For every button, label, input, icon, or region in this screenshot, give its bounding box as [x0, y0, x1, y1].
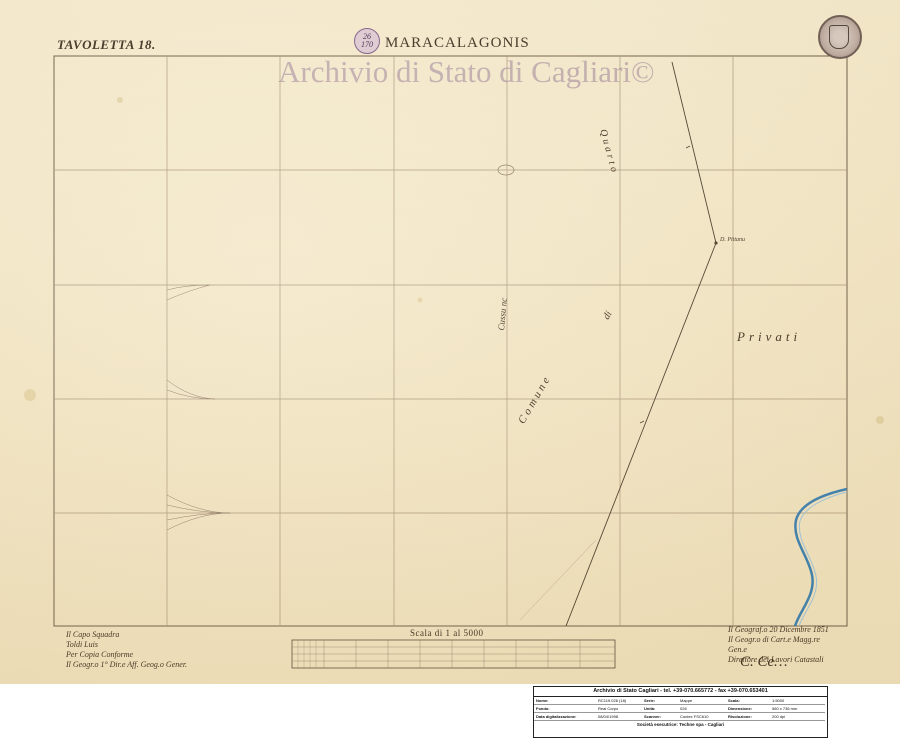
label-point: D. Pittanu [720, 237, 745, 243]
info-title: Archivio di Stato Cagliari - tel. +39-07… [534, 687, 827, 697]
info-value: Mappe [678, 697, 726, 705]
info-value: 560 x 736 mm [770, 705, 825, 713]
map-title: MARACALAGONIS [385, 35, 530, 51]
info-key: Data digitalizzazione: [534, 713, 596, 721]
boundary-ticks [639, 145, 691, 424]
archive-info-table: Archivio di Stato Cagliari - tel. +39-07… [533, 686, 828, 738]
note-line: Il Geograf.o 20 Dicembre 1851 [728, 625, 829, 634]
watermark: Archivio di Stato di Cagliari© [278, 54, 655, 89]
stamp-bottom: 170 [361, 40, 373, 49]
info-value: 08/04/1998 [596, 713, 642, 721]
info-key: Risoluzione: [726, 713, 770, 721]
boundary-point [714, 241, 718, 245]
boundary-line [565, 61, 717, 627]
info-footer: Società esecutrice: Techne spa - Cagliar… [636, 722, 725, 727]
signature: C. Ce… [740, 654, 788, 670]
label-privati: Privati [737, 329, 802, 344]
note-line: Il Capo Squadra [66, 630, 120, 639]
notes-left: Il Capo Squadra Toldi Luis Per Copia Con… [66, 630, 206, 670]
scale-label: Scala di 1 al 5000 [410, 628, 484, 638]
info-value: Contex FSC610 [678, 713, 726, 721]
note-line: Per Copia Conforme [66, 650, 134, 659]
river [793, 487, 848, 627]
sheet-number: TAVOLETTA 18. [57, 37, 156, 52]
info-key: Scala: [726, 697, 770, 705]
map-sheet: TAVOLETTA 18. 26 170 MARACALAGONIS Archi… [0, 0, 900, 684]
note-line: Toldi Luis [66, 640, 98, 649]
info-grid: Nome: RC119.026 (18) Serie: Mappe Scala:… [534, 697, 827, 721]
info-key: Scanner: [642, 713, 678, 721]
info-value: 1:5000 [770, 697, 825, 705]
info-key: Fondo: [534, 705, 596, 713]
info-key: Nome: [534, 697, 596, 705]
grid-horizontals [54, 169, 847, 514]
info-value: 026 [678, 705, 726, 713]
note-line: Il Geogr.o di Cart.e Magg.re Gen.e [728, 635, 820, 654]
track-line [519, 539, 597, 621]
scale-bar [291, 639, 616, 669]
paper-stains [24, 97, 884, 424]
info-key: Unità: [642, 705, 678, 713]
grid-verticals [166, 56, 734, 626]
note-line: Il Geogr.o 1° Dir.e Aff. Geog.o Gener. [66, 660, 188, 669]
map-frame [53, 55, 848, 627]
grid-fans [166, 284, 231, 531]
info-value: 200 dpi [770, 713, 825, 721]
info-value: RC119.026 (18) [596, 697, 642, 705]
archive-seal-icon [818, 15, 862, 59]
inventory-stamp: 26 170 [354, 28, 380, 54]
info-key: Serie: [642, 697, 678, 705]
info-value: Real Corpo [596, 705, 642, 713]
info-key: Dimensione: [726, 705, 770, 713]
